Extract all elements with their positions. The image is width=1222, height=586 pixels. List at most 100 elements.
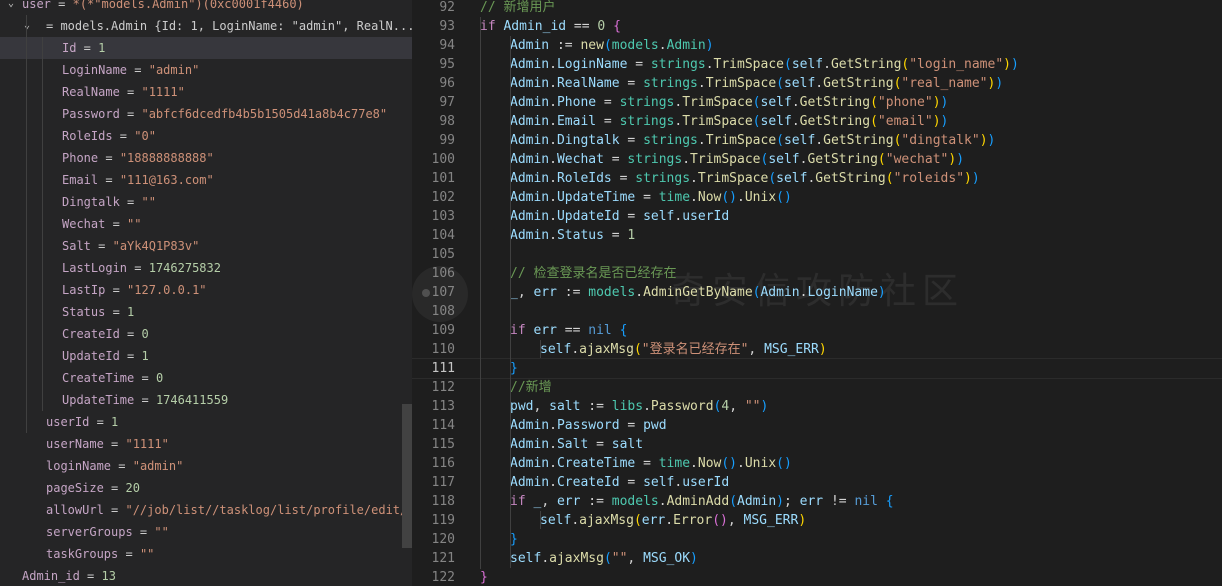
code-line[interactable]: 118 if _, err := models.AdminAdd(Admin); … bbox=[412, 492, 1222, 511]
variable-value: "1111" bbox=[125, 437, 169, 451]
variable-row[interactable]: loginName = "admin" bbox=[0, 455, 412, 477]
line-number: 106 bbox=[431, 266, 455, 281]
code-line[interactable]: 92 // 新增用户 bbox=[412, 0, 1222, 17]
code-token: Email bbox=[556, 114, 597, 129]
code-token: self bbox=[760, 114, 792, 129]
variable-row[interactable]: LoginName = "admin" bbox=[0, 59, 412, 81]
variable-row[interactable]: allowUrl = "//job/list//tasklog/list/pro… bbox=[0, 499, 412, 521]
code-line[interactable]: 97 Admin.Phone = strings.TrimSpace(self.G… bbox=[412, 93, 1222, 112]
code-line[interactable]: 101 Admin.RoleIds = strings.TrimSpace(sel… bbox=[412, 169, 1222, 188]
code-token: Salt bbox=[556, 437, 589, 452]
chevron-down-icon[interactable]: ⌄ bbox=[24, 15, 30, 37]
code-token: ; bbox=[783, 494, 800, 509]
variable-row[interactable]: LastLogin = 1746275832 bbox=[0, 257, 412, 279]
variable-row[interactable]: ⌄ = models.Admin {Id: 1, LoginName: "admi… bbox=[0, 15, 412, 37]
code-text: Admin.RoleIds = strings.TrimSpace(self.G… bbox=[510, 169, 980, 188]
line-number: 110 bbox=[431, 342, 455, 357]
code-line[interactable]: 122} bbox=[412, 568, 1222, 586]
code-line[interactable]: 93 if Admin_id == 0 { bbox=[412, 17, 1222, 36]
code-line[interactable]: 103 Admin.UpdateId = self.userId bbox=[412, 207, 1222, 226]
code-token: ) bbox=[1003, 57, 1011, 72]
variable-row[interactable]: Dingtalk = "" bbox=[0, 191, 412, 213]
variable-row[interactable]: ⌄ user = *(*"models.Admin")(0xc0001f4460) bbox=[0, 0, 412, 15]
code-line[interactable]: 108 bbox=[412, 302, 1222, 321]
code-line[interactable]: 110 self.ajaxMsg("登录名已经存在", MSG_ERR) bbox=[412, 340, 1222, 359]
code-token: Admin bbox=[510, 152, 550, 167]
variable-row[interactable]: Id = 1 bbox=[0, 37, 412, 59]
code-token: pwd bbox=[643, 418, 667, 433]
code-editor[interactable]: 奇安信攻防社区 92// 新增用户 93 if Admin_id == 0 {94 A… bbox=[412, 0, 1222, 586]
code-token: . bbox=[815, 133, 824, 148]
variable-row[interactable]: Email = "111@163.com" bbox=[0, 169, 412, 191]
code-line[interactable]: 115 Admin.Salt = salt bbox=[412, 435, 1222, 454]
code-token: "dingtalk" bbox=[901, 133, 980, 148]
code-token: GetString bbox=[799, 114, 871, 129]
code-line[interactable]: 109 if err == nil { bbox=[412, 321, 1222, 340]
variable-row[interactable]: userId = 1 bbox=[0, 411, 412, 433]
code-line[interactable]: 107 _, err := models.AdminGetByName(Admin… bbox=[412, 283, 1222, 302]
variable-equals: = bbox=[119, 349, 142, 363]
code-line[interactable]: 114 Admin.Password = pwd bbox=[412, 416, 1222, 435]
variable-row[interactable]: userName = "1111" bbox=[0, 433, 412, 455]
code-token: Admin bbox=[510, 76, 550, 91]
code-line[interactable]: 117 Admin.CreateId = self.userId bbox=[412, 473, 1222, 492]
variable-row[interactable]: Admin_id = 13 bbox=[0, 565, 412, 586]
code-line[interactable]: 119 self.ajaxMsg(err.Error(), MSG_ERR) bbox=[412, 511, 1222, 530]
code-line[interactable]: 105 bbox=[412, 245, 1222, 264]
variable-row[interactable]: serverGroups = "" bbox=[0, 521, 412, 543]
code-line[interactable]: 95 Admin.LoginName = strings.TrimSpace(se… bbox=[412, 55, 1222, 74]
code-line[interactable]: 116 Admin.CreateTime = time.Now().Unix() bbox=[412, 454, 1222, 473]
variable-value: 1746411559 bbox=[155, 393, 229, 407]
code-token: } bbox=[510, 532, 518, 547]
variable-row[interactable]: LastIp = "127.0.0.1" bbox=[0, 279, 412, 301]
code-line[interactable]: 106 // 检查登录名是否已经存在 bbox=[412, 264, 1222, 283]
line-number: 112 bbox=[431, 380, 455, 395]
code-token: 4 bbox=[721, 399, 730, 414]
line-number: 97 bbox=[439, 95, 455, 110]
variable-value: "aYk4Q1P83v" bbox=[112, 239, 200, 253]
code-line[interactable]: 104 Admin.Status = 1 bbox=[412, 226, 1222, 245]
code-text: Admin.CreateTime = time.Now().Unix() bbox=[510, 454, 792, 473]
code-token: () bbox=[712, 513, 728, 528]
code-line[interactable]: 98 Admin.Email = strings.TrimSpace(self.G… bbox=[412, 112, 1222, 131]
variable-row[interactable]: UpdateTime = 1746411559 bbox=[0, 389, 412, 411]
code-line[interactable]: 99 Admin.Dingtalk = strings.TrimSpace(sel… bbox=[412, 131, 1222, 150]
line-number: 113 bbox=[431, 399, 455, 414]
variable-row[interactable]: taskGroups = "" bbox=[0, 543, 412, 565]
code-line[interactable]: 112 //新增 bbox=[412, 378, 1222, 397]
code-token: . bbox=[690, 171, 698, 186]
code-token: "real_name" bbox=[901, 76, 988, 91]
code-token: . bbox=[665, 513, 674, 528]
code-token: AdminGetByName bbox=[643, 285, 753, 300]
chevron-down-icon[interactable]: ⌄ bbox=[8, 0, 14, 15]
variable-row[interactable]: CreateTime = 0 bbox=[0, 367, 412, 389]
code-token: , bbox=[727, 513, 744, 528]
code-line[interactable]: 120} bbox=[412, 530, 1222, 549]
code-line[interactable]: 113 pwd, salt := libs.Password(4, "") bbox=[412, 397, 1222, 416]
variable-row[interactable]: UpdateId = 1 bbox=[0, 345, 412, 367]
variable-equals: = bbox=[90, 239, 113, 253]
code-token: self bbox=[783, 133, 816, 148]
variable-row[interactable]: CreateId = 0 bbox=[0, 323, 412, 345]
variable-row[interactable]: RoleIds = "0" bbox=[0, 125, 412, 147]
variable-row[interactable]: Password = "abfcf6dcedfb4b5b1505d41a8b4c… bbox=[0, 103, 412, 125]
variable-row[interactable]: pageSize = 20 bbox=[0, 477, 412, 499]
code-token: . bbox=[549, 171, 557, 186]
variables-scrollbar[interactable] bbox=[402, 404, 412, 548]
variable-row[interactable]: Status = 1 bbox=[0, 301, 412, 323]
variable-row[interactable]: Salt = "aYk4Q1P83v" bbox=[0, 235, 412, 257]
code-line[interactable]: 100 Admin.Wechat = strings.TrimSpace(self… bbox=[412, 150, 1222, 169]
code-line[interactable]: 121 self.ajaxMsg("", MSG_OK) bbox=[412, 549, 1222, 568]
variable-row[interactable]: Phone = "18888888888" bbox=[0, 147, 412, 169]
variable-equals: = bbox=[103, 481, 126, 495]
code-line[interactable]: 102 Admin.UpdateTime = time.Now().Unix() bbox=[412, 188, 1222, 207]
code-token: self bbox=[760, 95, 792, 110]
variable-value: "127.0.0.1" bbox=[127, 283, 207, 297]
code-token: GetString bbox=[830, 57, 902, 72]
variable-row[interactable]: Wechat = "" bbox=[0, 213, 412, 235]
code-line[interactable]: 96 Admin.RealName = strings.TrimSpace(sel… bbox=[412, 74, 1222, 93]
code-line[interactable]: 94 Admin := new(models.Admin) bbox=[412, 36, 1222, 55]
variable-row[interactable]: RealName = "1111" bbox=[0, 81, 412, 103]
code-line[interactable]: 111} bbox=[412, 358, 1222, 379]
code-token: ( bbox=[776, 133, 784, 148]
